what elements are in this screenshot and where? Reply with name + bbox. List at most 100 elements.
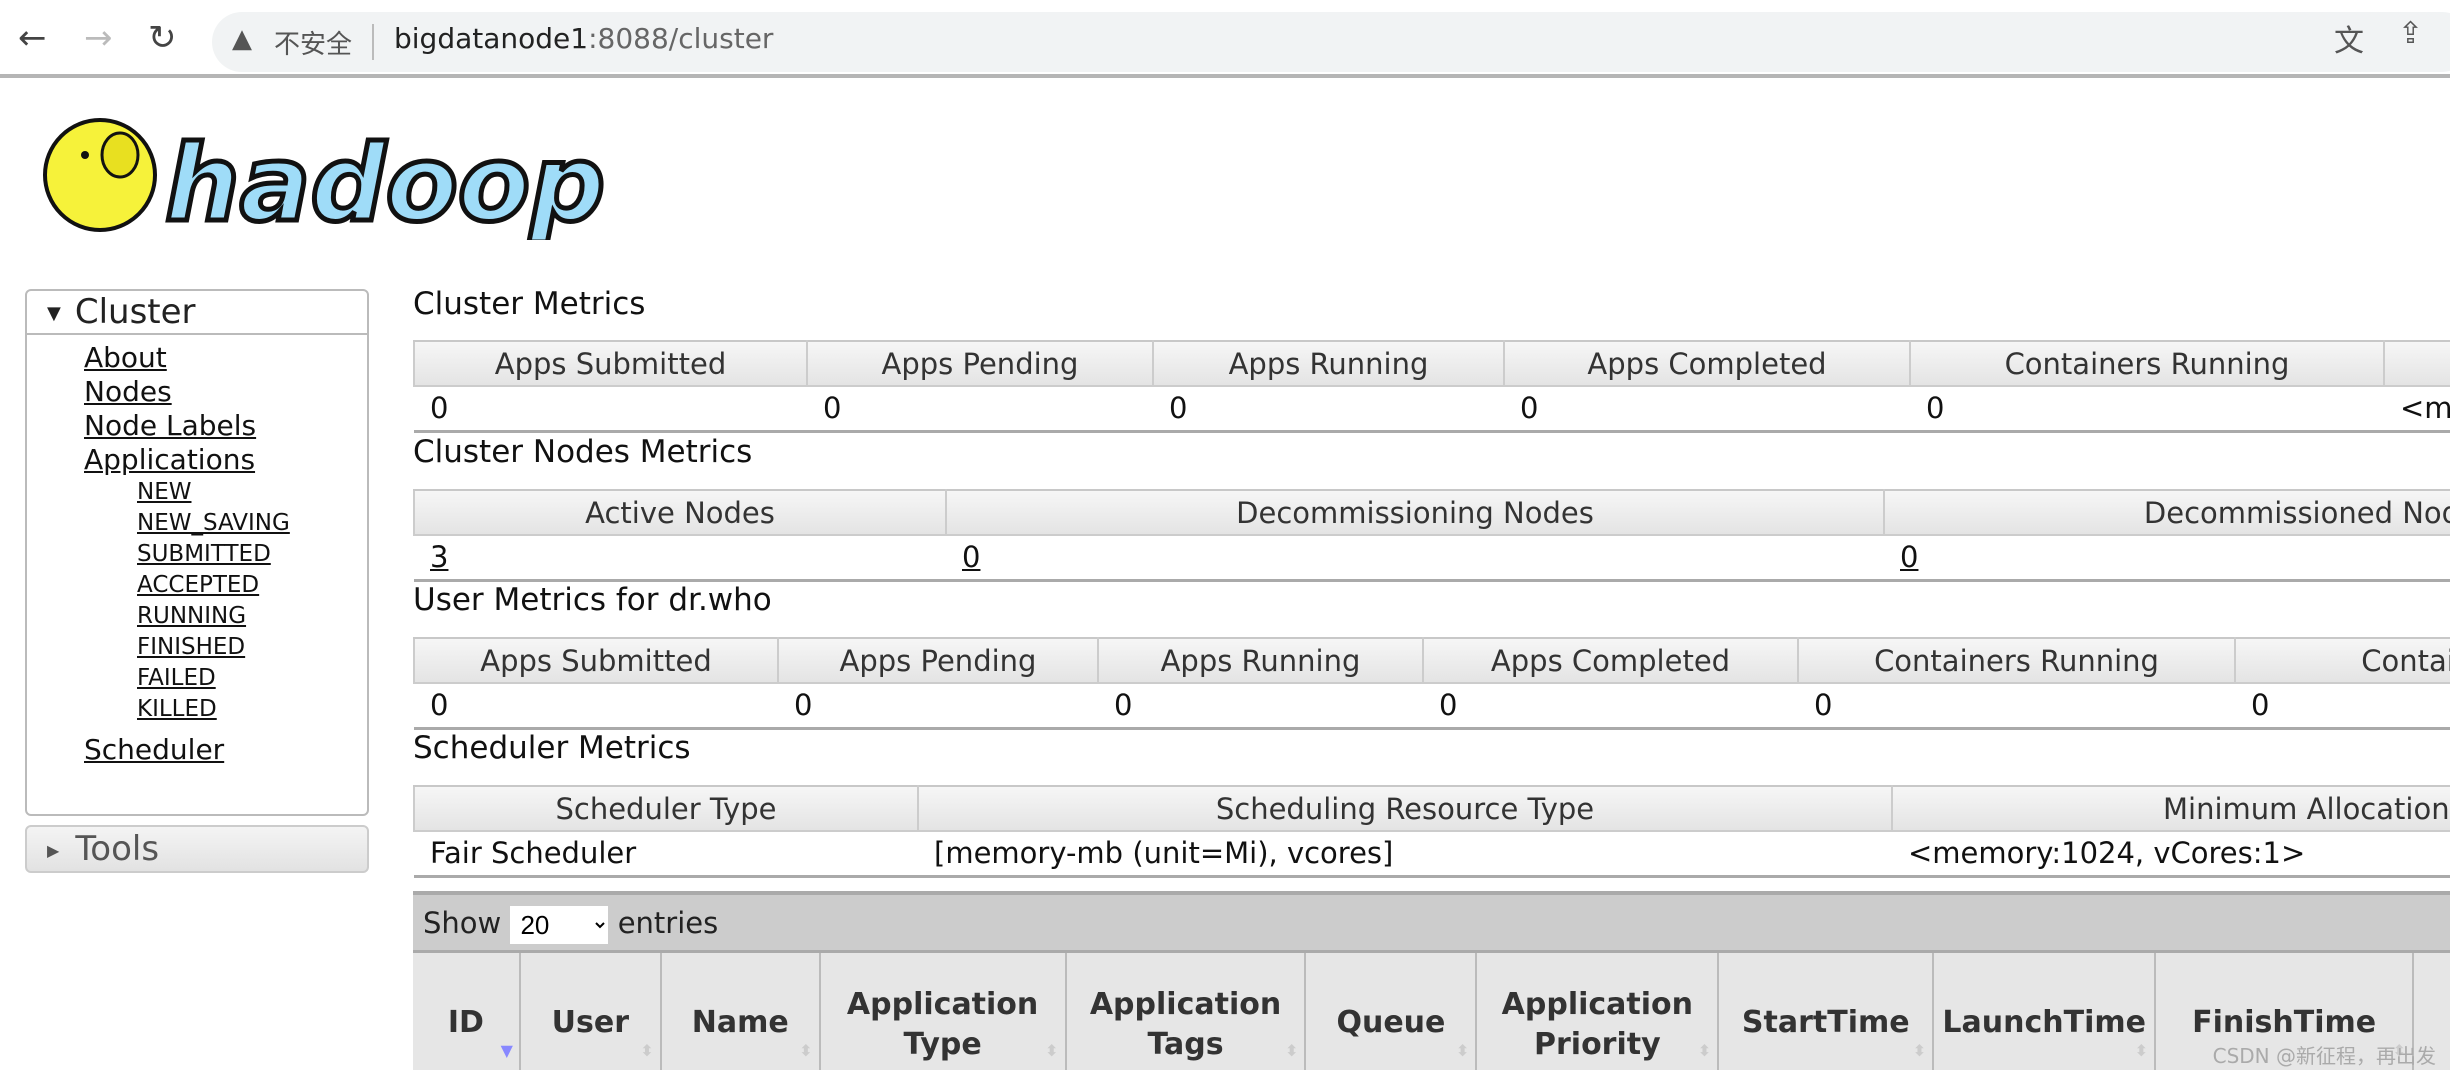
decommissioned-nodes-link[interactable]: 0 — [1900, 540, 1918, 574]
col-label: ID — [447, 1005, 484, 1040]
col-application-priority[interactable]: Application Priority ⬍ — [1476, 953, 1720, 1070]
nodes-metrics-title: Cluster Nodes Metrics — [413, 434, 753, 470]
decommissioning-nodes-link[interactable]: 0 — [962, 540, 980, 574]
col-header: Apps Completed — [1422, 637, 1799, 684]
cell: 0 — [1884, 535, 2450, 582]
logo-text: hadoop — [165, 123, 605, 240]
col-label: Queue — [1336, 1005, 1446, 1040]
cell: 0 — [1153, 386, 1504, 433]
cell: <memory:1024, vCores:1> — [1892, 831, 2450, 878]
header-row: Apps Submitted Apps Pending Apps Running Ap… — [413, 340, 2450, 387]
apps-grid: ID ▼ User ⬍ Name ⬍ Application Type ⬍ Applic… — [413, 953, 2450, 1070]
col-application-type[interactable]: Application Type ⬍ — [819, 953, 1067, 1070]
cluster-label: Cluster — [74, 292, 196, 332]
translate-icon[interactable]: 文 — [2334, 16, 2364, 60]
col-label: StartTime — [1741, 1005, 1910, 1040]
app-state-accepted[interactable]: ACCEPTED — [137, 570, 367, 601]
url-path: :8088/cluster — [588, 22, 774, 55]
col-label: LaunchTime — [1942, 1005, 2146, 1040]
scheduler-metrics-table: Scheduler Type Scheduling Resource Type Mi… — [413, 785, 2450, 878]
sidebar-tools[interactable]: ▶ Tools — [25, 825, 369, 873]
col-header: Apps Running — [1097, 637, 1424, 684]
col-header: Active Nodes — [413, 489, 947, 536]
reload-icon[interactable]: ↻ — [148, 18, 177, 58]
sidebar-link-about[interactable]: About — [84, 341, 367, 375]
col-header: Containers Running — [1909, 340, 2385, 387]
col-launchtime[interactable]: LaunchTime ⬍ — [1933, 953, 2157, 1070]
table-row: 00000<me — [414, 386, 2450, 433]
triangle-right-icon: ▶ — [47, 840, 60, 860]
table-row: Fair Scheduler [memory-mb (unit=Mi), vcor… — [414, 831, 2450, 878]
sidebar-link-scheduler[interactable]: Scheduler — [84, 733, 367, 767]
cell: <me — [2384, 386, 2450, 433]
app-state-failed[interactable]: FAILED — [137, 663, 367, 694]
sort-icon: ⬍ — [1045, 1041, 1059, 1060]
table-row: 000000 — [414, 683, 2450, 730]
url-host: bigdatanode1 — [394, 22, 589, 55]
col-user[interactable]: User ⬍ — [519, 953, 662, 1070]
cell: 0 — [1504, 386, 1910, 433]
forward-icon[interactable]: → — [84, 18, 113, 58]
table-length-control: Show 20 entries — [413, 895, 2450, 953]
hadoop-logo: hadoop — [43, 118, 608, 240]
col-starttime[interactable]: StartTime ⬍ — [1718, 953, 1935, 1070]
col-header — [2383, 340, 2450, 387]
cell: [memory-mb (unit=Mi), vcores] — [918, 831, 1892, 878]
col-label: Name — [691, 1005, 789, 1040]
sidebar-link-node-labels[interactable]: Node Labels — [84, 409, 367, 443]
url-text[interactable]: bigdatanode1:8088/cluster — [394, 22, 773, 55]
page-size-select[interactable]: 20 — [510, 906, 609, 944]
warning-icon[interactable]: ▲ — [232, 24, 252, 54]
col-header: Scheduler Type — [413, 785, 919, 832]
app-state-killed[interactable]: KILLED — [137, 694, 367, 725]
app-state-new-saving[interactable]: NEW_SAVING — [137, 508, 367, 539]
watermark: CSDN @新征程，再出发 — [2212, 1044, 2436, 1068]
divider — [372, 24, 374, 60]
share-icon[interactable]: ⇪ — [2398, 16, 2424, 51]
active-nodes-link[interactable]: 3 — [430, 540, 448, 574]
cell: 3 — [414, 535, 946, 582]
sort-icon: ⬍ — [1912, 1041, 1927, 1060]
col-label: Application Tags — [1089, 987, 1282, 1062]
sidebar-link-applications[interactable]: Applications — [84, 443, 367, 477]
header-row: Apps Submitted Apps Pending Apps Running Ap… — [413, 637, 2450, 684]
col-name[interactable]: Name ⬍ — [660, 953, 821, 1070]
cell: 0 — [1910, 386, 2384, 433]
cell: 0 — [807, 386, 1153, 433]
col-label: Application Priority — [1501, 987, 1694, 1062]
col-application-tags[interactable]: Application Tags ⬍ — [1065, 953, 1307, 1070]
security-label[interactable]: 不安全 — [274, 24, 352, 61]
col-header: Scheduling Resource Type — [917, 785, 1893, 832]
nodes-metrics-table: Active Nodes Decommissioning Nodes Decommi… — [413, 489, 2450, 582]
col-header: Decommissioning Nodes — [945, 489, 1885, 536]
cluster-metrics-table: Apps Submitted Apps Pending Apps Running Ap… — [413, 340, 2450, 433]
address-bar[interactable]: ▲ 不安全 bigdatanode1:8088/cluster — [212, 12, 2450, 72]
cell: 0 — [778, 683, 1098, 730]
cell: 0 — [414, 386, 807, 433]
table-row: 3 0 0 — [414, 535, 2450, 582]
app-state-submitted[interactable]: SUBMITTED — [137, 539, 367, 570]
sidebar-cluster: ▼ Cluster About Nodes Node Labels Applica… — [25, 289, 369, 816]
col-header: Apps Submitted — [413, 637, 779, 684]
col-header: Apps Completed — [1503, 340, 1911, 387]
cell: 0 — [1098, 683, 1423, 730]
col-label: Application Type — [846, 987, 1039, 1062]
sort-icon: ⬍ — [1697, 1041, 1712, 1060]
app-state-finished[interactable]: FINISHED — [137, 632, 367, 663]
cluster-section-header[interactable]: ▼ Cluster — [27, 291, 367, 335]
col-label: FinishTime — [2192, 1005, 2377, 1040]
show-label: Show — [423, 906, 502, 940]
col-header: Apps Pending — [777, 637, 1099, 684]
header-row: Active Nodes Decommissioning Nodes Decommi… — [413, 489, 2450, 536]
user-metrics-title: User Metrics for dr.who — [413, 582, 772, 618]
sidebar-link-nodes[interactable]: Nodes — [84, 375, 367, 409]
col-id[interactable]: ID ▼ — [413, 953, 521, 1070]
col-queue[interactable]: Queue ⬍ — [1305, 953, 1478, 1070]
col-header: Container — [2234, 637, 2450, 684]
back-icon[interactable]: ← — [18, 18, 47, 58]
col-header: Apps Running — [1152, 340, 1505, 387]
app-state-running[interactable]: RUNNING — [137, 601, 367, 632]
app-state-new[interactable]: NEW — [137, 477, 367, 508]
col-header: Decommissioned Nodes — [1883, 489, 2450, 536]
tools-label: Tools — [75, 829, 160, 869]
